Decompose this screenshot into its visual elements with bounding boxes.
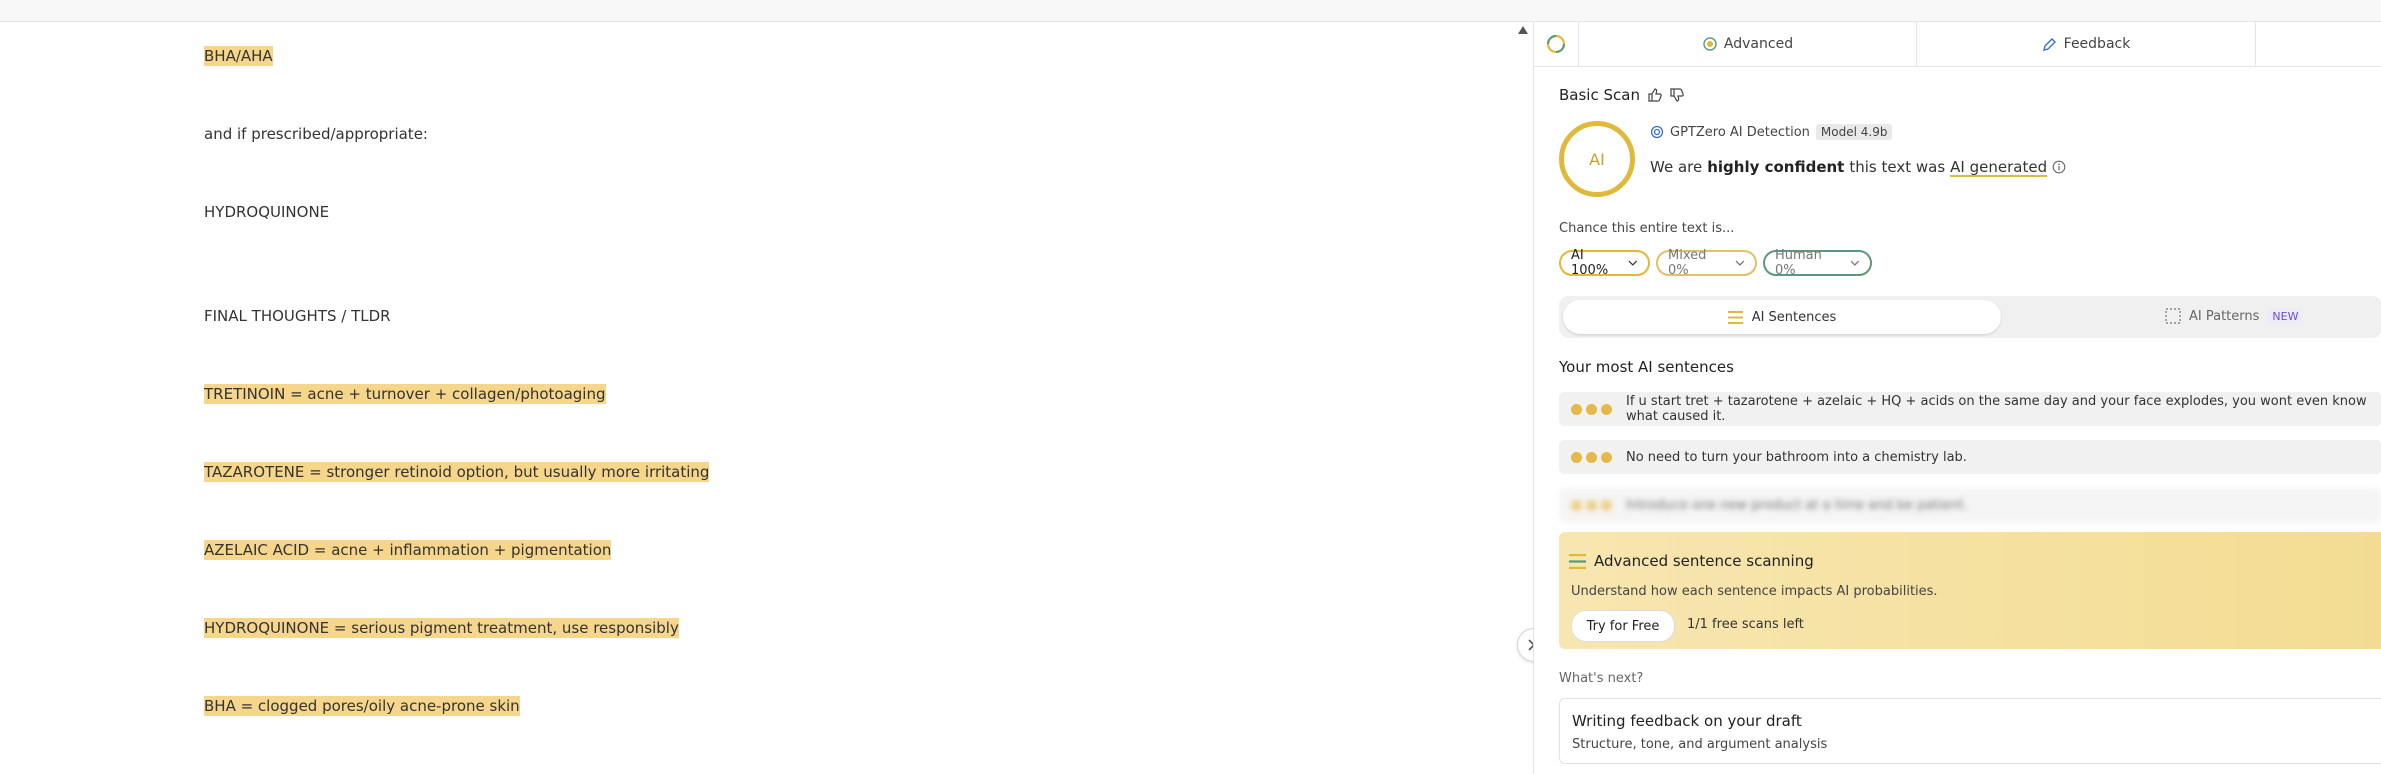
ai-sentence-item-locked: Introduce one new product at a time and … bbox=[1559, 488, 2381, 522]
confidence-result[interactable]: AI generated bbox=[1950, 158, 2047, 176]
chance-label: Chance this entire text is... bbox=[1559, 221, 1735, 236]
ai-score-circle: AI bbox=[1559, 121, 1635, 197]
whats-next-label: What's next? bbox=[1559, 671, 1644, 686]
editor-line: AZELAIC ACID = acne + inflammation + pig… bbox=[204, 540, 612, 560]
ai-sentence-text: Introduce one new product at a time and … bbox=[1626, 497, 1968, 513]
ai-rating-dots bbox=[1571, 499, 1612, 511]
editor-line: FINAL THOUGHTS / TLDR bbox=[204, 307, 391, 325]
gptzero-logo-icon bbox=[1546, 34, 1566, 54]
tab-advanced[interactable]: Advanced bbox=[1578, 22, 1917, 66]
probability-pills: AI 100% Mixed 0% Human 0% bbox=[1559, 248, 1872, 278]
writing-card-title: Writing feedback on your draft bbox=[1572, 712, 1802, 730]
confidence-mid: this text was bbox=[1849, 158, 1946, 176]
ai-probability-dropdown[interactable]: AI 100% bbox=[1559, 248, 1650, 278]
model-badge: Model 4.9b bbox=[1815, 124, 1893, 140]
basic-scan-title: Basic Scan bbox=[1559, 86, 1640, 104]
advanced-card-header: Advanced sentence scanning bbox=[1569, 552, 1814, 570]
editor-line: BHA/AHA bbox=[204, 46, 273, 66]
document-editor[interactable]: BHA/AHA and if prescribed/appropriate: H… bbox=[0, 22, 1520, 774]
tab-feedback[interactable]: Feedback bbox=[1916, 22, 2256, 66]
dashed-square-icon bbox=[2165, 308, 2181, 324]
editor-line: HYDROQUINONE bbox=[204, 203, 330, 221]
mixed-probability-label: Mixed 0% bbox=[1668, 248, 1707, 278]
basic-scan-header: Basic Scan bbox=[1559, 86, 1684, 104]
confidence-statement: We are highly confident this text was AI… bbox=[1650, 158, 2066, 176]
advanced-scanning-card: Advanced sentence scanning Understand ho… bbox=[1559, 532, 2381, 649]
detector-row: GPTZero AI Detection Model 4.9b bbox=[1650, 124, 1893, 140]
gptzero-mark-icon bbox=[1650, 125, 1664, 139]
most-ai-title: Your most AI sentences bbox=[1559, 358, 1734, 376]
ai-sentence-text: If u start tret + tazarotene + azelaic +… bbox=[1626, 394, 2367, 424]
free-scans-left: 1/1 free scans left bbox=[1687, 617, 1804, 632]
advanced-card-subtitle: Understand how each sentence impacts AI … bbox=[1571, 584, 1938, 599]
editor-line: HYDROQUINONE = serious pigment treatment… bbox=[204, 618, 679, 638]
tab-advanced-label: Advanced bbox=[1723, 36, 1794, 52]
top-toolbar bbox=[0, 0, 2381, 22]
ai-probability-label: AI 100% bbox=[1571, 248, 1609, 278]
chevron-down-icon bbox=[1850, 260, 1860, 266]
ai-rating-dots bbox=[1571, 451, 1612, 463]
pen-icon bbox=[2042, 37, 2056, 51]
try-for-free-button[interactable]: Try for Free bbox=[1571, 610, 1675, 642]
ai-sentence-item[interactable]: If u start tret + tazarotene + azelaic +… bbox=[1559, 392, 2381, 426]
ai-sentences-toggle[interactable]: AI Sentences bbox=[1563, 300, 2001, 334]
highlighted-text: AZELAIC ACID = acne + inflammation + pig… bbox=[204, 540, 612, 560]
thumbs-up-icon[interactable] bbox=[1648, 88, 1662, 102]
ai-sentences-label: AI Sentences bbox=[1751, 309, 1837, 325]
gptzero-sidebar: Advanced Feedback Basic Scan AI GPTZero … bbox=[1533, 22, 2381, 774]
advanced-card-title: Advanced sentence scanning bbox=[1594, 552, 1814, 570]
advanced-scan-icon bbox=[1703, 37, 1717, 51]
ai-patterns-label: AI Patterns bbox=[2189, 308, 2260, 324]
editor-line: TAZAROTENE = stronger retinoid option, b… bbox=[204, 462, 710, 482]
ai-sentence-item[interactable]: No need to turn your bathroom into a che… bbox=[1559, 440, 2381, 474]
mixed-probability-dropdown[interactable]: Mixed 0% bbox=[1656, 248, 1757, 278]
info-icon[interactable] bbox=[2052, 160, 2066, 174]
new-badge: NEW bbox=[2267, 308, 2304, 324]
highlighted-text: TRETINOIN = acne + turnover + collagen/p… bbox=[204, 384, 606, 404]
human-probability-label: Human 0% bbox=[1775, 248, 1822, 278]
human-probability-dropdown[interactable]: Human 0% bbox=[1763, 248, 1872, 278]
ai-patterns-toggle[interactable]: AI Patterns NEW bbox=[2165, 308, 2304, 324]
ai-circle-label: AI bbox=[1589, 149, 1605, 169]
ai-sentence-text: No need to turn your bathroom into a che… bbox=[1626, 449, 1967, 465]
thumbs-down-icon[interactable] bbox=[1670, 88, 1684, 102]
sidebar-tabs: Advanced Feedback bbox=[1534, 22, 2381, 67]
sentence-lines-icon bbox=[1569, 553, 1586, 569]
detector-name: GPTZero AI Detection bbox=[1670, 124, 1810, 140]
writing-feedback-card[interactable]: Writing feedback on your draft Structure… bbox=[1559, 698, 2381, 764]
editor-line: and if prescribed/appropriate: bbox=[204, 125, 428, 143]
tab-feedback-label: Feedback bbox=[2063, 36, 2131, 52]
view-toggle: AI Sentences AI Patterns NEW bbox=[1559, 296, 2381, 338]
highlighted-text: BHA/AHA bbox=[204, 46, 273, 66]
writing-card-subtitle: Structure, tone, and argument analysis bbox=[1572, 737, 1828, 752]
editor-line: TRETINOIN = acne + turnover + collagen/p… bbox=[204, 384, 606, 404]
highlighted-text: BHA = clogged pores/oily acne-prone skin bbox=[204, 696, 520, 716]
lines-icon bbox=[1727, 310, 1743, 324]
highlighted-text: TAZAROTENE = stronger retinoid option, b… bbox=[204, 462, 710, 482]
confidence-strength: highly confident bbox=[1707, 158, 1845, 176]
chevron-down-icon bbox=[1735, 260, 1745, 266]
scroll-up-arrow-icon[interactable] bbox=[1518, 26, 1528, 34]
ai-rating-dots bbox=[1571, 403, 1612, 415]
chevron-down-icon bbox=[1628, 260, 1638, 266]
confidence-prefix: We are bbox=[1650, 158, 1703, 176]
editor-line: BHA = clogged pores/oily acne-prone skin bbox=[204, 696, 520, 716]
highlighted-text: HYDROQUINONE = serious pigment treatment… bbox=[204, 618, 679, 638]
